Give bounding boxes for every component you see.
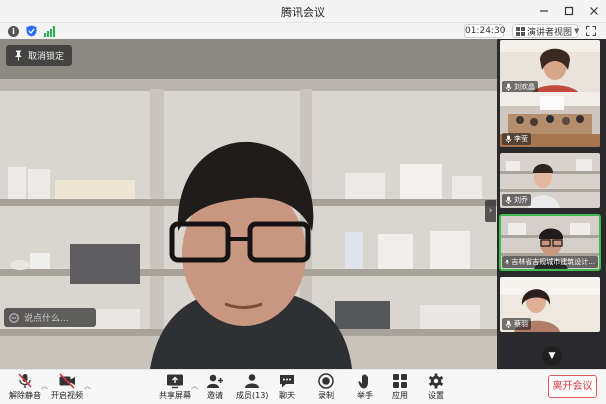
record-icon [318,373,334,389]
unpin-label: 取消锁定 [28,52,65,62]
participant-name-tag: 李莹 [502,133,531,145]
microphone-icon [505,135,512,143]
window-controls [538,4,600,18]
participant-name-tag: 蔡羽 [502,318,531,330]
unpin-button[interactable]: 取消锁定 [6,45,73,66]
main-video[interactable]: 取消锁定 说点什么... › [0,39,497,369]
share-options-chevron-icon[interactable]: ︿ [191,381,198,391]
chat-button[interactable]: 聊天 [278,373,296,403]
gear-icon [428,373,444,389]
unmute-button[interactable]: 解除静音 [9,373,41,403]
members-label: 成员(13) [236,391,269,400]
chat-bubble-icon [9,312,19,323]
participant-strip: 刘欢晶 李莹 刘乔 吉林省吉规城市建筑设计... 蔡羽 [497,39,606,369]
meeting-window: 腾讯会议 i 01:24:30 演讲者视图 ▼ 取消锁定 说点什么... › 刘… [0,0,606,404]
apps-button[interactable]: 应用 [391,373,409,403]
camera-off-icon [59,373,75,389]
add-user-icon [207,374,223,388]
record-button[interactable]: 录制 [317,373,335,403]
apps-icon [393,374,407,388]
apps-label: 应用 [392,391,408,400]
share-screen-button[interactable]: 共享屏幕 [159,373,191,403]
meeting-toolbar: 解除静音 ︿ 开启视频 ︿ 共享屏幕 ︿ 邀请 成员(13) 聊天 录制 举手 … [0,369,606,404]
start-video-label: 开启视频 [51,391,83,400]
participant-name: 吉林省吉规城市建筑设计... [511,258,595,266]
members-button[interactable]: 成员(13) [236,373,268,403]
quick-chat-input[interactable]: 说点什么... [4,308,96,327]
share-screen-label: 共享屏幕 [159,391,191,400]
record-label: 录制 [318,391,334,400]
signal-icon[interactable] [44,25,55,37]
minimize-icon[interactable] [538,4,550,18]
meeting-timer: 01:24:30 [464,24,506,38]
participant-name: 刘乔 [514,196,528,204]
settings-button[interactable]: 设置 [427,373,445,403]
maximize-icon[interactable] [563,4,575,18]
microphone-icon [505,259,509,265]
quick-chat-placeholder: 说点什么... [24,314,69,324]
raise-hand-label: 举手 [357,391,373,400]
share-screen-icon [167,374,183,389]
participant-name-tag: 刘乔 [502,194,531,206]
raise-hand-icon [358,374,368,389]
members-icon [245,374,260,388]
participant-tile[interactable]: 刘欢晶 [500,40,600,95]
participant-tile[interactable]: 刘乔 [500,153,600,208]
window-title: 腾讯会议 [281,6,325,19]
chat-label: 聊天 [279,391,295,400]
participant-name-tag: 吉林省吉规城市建筑设计... [502,256,598,268]
info-icon[interactable]: i [8,25,19,37]
invite-label: 邀请 [207,391,223,400]
collapse-panel-arrow-icon[interactable]: › [485,200,496,222]
view-mode-button[interactable]: 演讲者视图 ▼ [512,24,580,38]
status-bar: i 01:24:30 演讲者视图 ▼ [0,23,606,39]
shield-icon[interactable] [26,25,37,37]
microphone-muted-icon [18,373,32,388]
unmute-label: 解除静音 [9,391,41,400]
invite-button[interactable]: 邀请 [206,373,224,403]
participant-tile[interactable]: 蔡羽 [500,277,600,332]
grid-icon [516,26,525,36]
raise-hand-button[interactable]: 举手 [356,373,374,403]
participant-tile[interactable]: 李莹 [500,92,600,147]
start-video-button[interactable]: 开启视频 [51,373,83,403]
participant-name: 刘欢晶 [514,83,535,91]
close-icon[interactable] [588,4,600,18]
audio-options-chevron-icon[interactable]: ︿ [41,381,48,391]
participant-name: 蔡羽 [514,320,528,328]
title-bar: 腾讯会议 [0,0,606,23]
video-options-chevron-icon[interactable]: ︿ [84,381,91,391]
pin-icon [15,50,22,61]
settings-label: 设置 [428,391,444,400]
view-mode-label: 演讲者视图 [527,27,573,38]
scroll-down-icon[interactable]: ▼ [542,346,562,366]
microphone-icon [505,196,512,204]
chat-icon [280,375,294,388]
fullscreen-icon[interactable] [586,26,596,36]
microphone-icon [505,320,512,328]
participant-name: 李莹 [514,135,528,143]
microphone-icon [505,83,512,91]
chevron-down-icon: ▼ [574,27,580,35]
participant-tile-active[interactable]: 吉林省吉规城市建筑设计... [499,214,601,271]
leave-meeting-button[interactable]: 离开会议 [548,375,597,398]
status-icons: i [8,25,55,37]
